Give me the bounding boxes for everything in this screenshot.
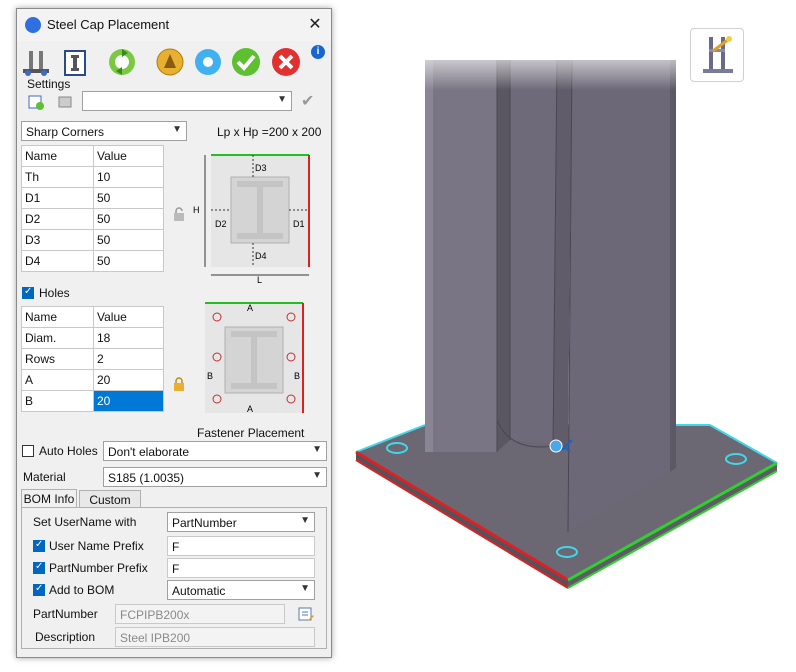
username-prefix-input[interactable]: F <box>167 536 315 556</box>
partnumber-prefix-label: PartNumber Prefix <box>49 561 148 575</box>
plate-size-label: Lp x Hp =200 x 200 <box>217 125 322 139</box>
table-header: Name Value <box>21 306 164 328</box>
window-title: Steel Cap Placement <box>47 17 170 32</box>
table-row[interactable]: D1 50 <box>21 187 164 209</box>
chevron-down-icon: ▼ <box>300 583 310 594</box>
auto-holes-label: Auto Holes <box>39 444 98 458</box>
title-bar[interactable]: Steel Cap Placement ✕ <box>17 9 331 41</box>
diagram-label-l: L <box>257 275 262 283</box>
table-header: Name Value <box>21 145 164 167</box>
add-to-bom-label: Add to BOM <box>49 583 115 597</box>
profile-select-icon[interactable] <box>59 45 93 79</box>
diagram-label-d3: D3 <box>255 163 267 173</box>
diagram-label-a-top: A <box>247 303 253 313</box>
partnumber-field: FCPIPB200x <box>115 604 285 624</box>
corners-dropdown[interactable]: Sharp Corners ▼ <box>21 121 187 141</box>
settings-dropdown[interactable]: ▼ <box>82 91 292 111</box>
table-row[interactable]: B 20 <box>21 390 164 412</box>
tab-bom-info[interactable]: BOM Info <box>21 489 77 508</box>
material-label: Material <box>23 470 66 484</box>
partnumber-label: PartNumber <box>33 607 98 621</box>
chevron-down-icon: ▼ <box>172 124 182 135</box>
set-username-label: Set UserName with <box>33 515 137 529</box>
diagram-label-b-left: B <box>207 371 213 381</box>
add-to-bom-checkbox[interactable] <box>33 583 45 596</box>
auto-holes-checkbox[interactable] <box>22 445 34 457</box>
diagram-label-b-right: B <box>294 371 300 381</box>
fastener-dropdown[interactable]: Don't elaborate ▼ <box>103 441 327 461</box>
partnumber-prefix-checkbox[interactable] <box>33 561 45 574</box>
refresh-icon[interactable] <box>105 45 139 79</box>
username-prefix-checkbox[interactable] <box>33 539 45 552</box>
chevron-down-icon: ▼ <box>277 94 287 105</box>
partnumber-prefix-input[interactable]: F <box>167 558 315 578</box>
table-row[interactable]: D3 50 <box>21 229 164 251</box>
dims-diagram: D3 D4 D2 D1 H L <box>193 147 315 285</box>
unlock-icon[interactable] <box>173 207 185 221</box>
table-row[interactable]: D2 50 <box>21 208 164 230</box>
description-label: Description <box>35 630 96 644</box>
diagram-label-d2: D2 <box>215 219 227 229</box>
set-username-dropdown[interactable]: PartNumber ▼ <box>167 512 315 532</box>
steel-assembly-icon[interactable] <box>19 45 53 79</box>
apply-icon[interactable] <box>191 45 225 79</box>
table-row[interactable]: Diam. 18 <box>21 327 164 349</box>
chevron-down-icon: ▼ <box>300 515 310 526</box>
dims-table[interactable]: Name Value Th 10 D1 50 D2 50 D3 50 D4 50 <box>21 145 164 272</box>
description-field: Steel IPB200 <box>115 627 315 647</box>
save-setting-icon[interactable]: ✔ <box>301 91 321 111</box>
steel-cap-dialog: Steel Cap Placement ✕ i Settings ▼ ✔ Sha… <box>16 8 332 658</box>
viewport-3d[interactable] <box>330 0 796 672</box>
help-icon[interactable]: i <box>311 45 325 59</box>
hide-cap-icon[interactable] <box>153 45 187 79</box>
holes-diagram: A A B B <box>201 299 307 415</box>
add-to-bom-dropdown[interactable]: Automatic ▼ <box>167 580 315 600</box>
material-dropdown[interactable]: S185 (1.0035) ▼ <box>103 467 327 487</box>
table-row[interactable]: Rows 2 <box>21 348 164 370</box>
diagram-label-a-bottom: A <box>247 404 253 414</box>
delete-setting-icon[interactable] <box>57 93 75 111</box>
table-row[interactable]: D4 50 <box>21 250 164 272</box>
table-row[interactable]: Th 10 <box>21 166 164 188</box>
fastener-placement-label: Fastener Placement <box>197 426 305 440</box>
holes-label: Holes <box>39 286 70 300</box>
diagram-label-h: H <box>193 205 200 215</box>
username-prefix-label: User Name Prefix <box>49 539 144 553</box>
edit-partnumber-icon[interactable] <box>297 605 315 623</box>
cap-placement-tool-icon[interactable] <box>690 28 744 82</box>
table-row[interactable]: A 20 <box>21 369 164 391</box>
close-icon[interactable]: ✕ <box>305 15 325 35</box>
diagram-label-d4: D4 <box>255 251 267 261</box>
app-logo-icon <box>25 17 41 33</box>
ok-icon[interactable] <box>229 45 263 79</box>
settings-label: Settings <box>27 77 71 91</box>
chevron-down-icon: ▼ <box>312 444 322 455</box>
holes-checkbox[interactable] <box>22 286 34 299</box>
cancel-icon[interactable] <box>269 45 303 79</box>
lock-icon[interactable] <box>173 377 185 391</box>
chevron-down-icon: ▼ <box>312 470 322 481</box>
diagram-label-d1: D1 <box>293 219 305 229</box>
holes-table[interactable]: Name Value Diam. 18 Rows 2 A 20 B 20 <box>21 306 164 412</box>
add-setting-icon[interactable] <box>27 93 45 111</box>
